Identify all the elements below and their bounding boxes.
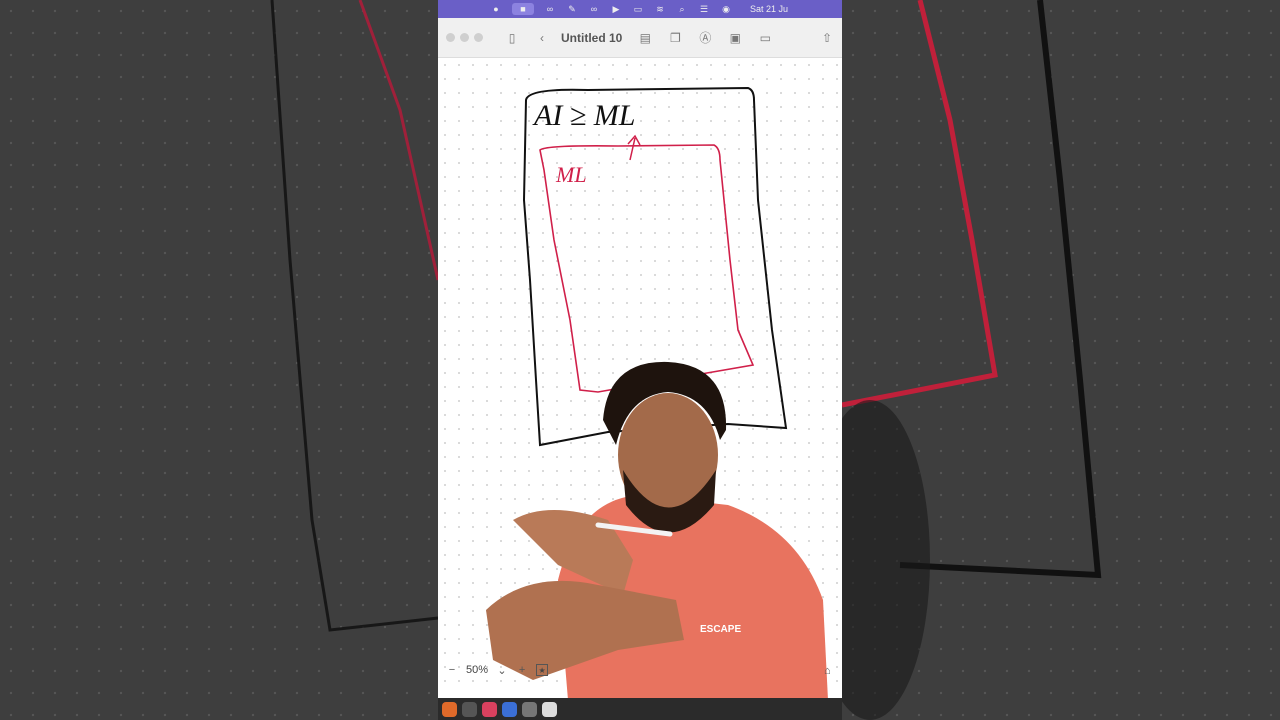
fit-icon[interactable]: ★	[536, 664, 549, 676]
dock-app-settings-icon[interactable]	[522, 701, 537, 717]
dock-app-finder-icon[interactable]	[542, 701, 557, 717]
pen-tool-icon[interactable]: ⌂	[824, 665, 836, 677]
dock-app-davinci-icon[interactable]	[462, 701, 477, 717]
zoom-in-button[interactable]: +	[516, 664, 528, 676]
dock-app-chrome-icon[interactable]	[482, 701, 497, 717]
dock	[438, 698, 842, 720]
screen-recording: ● ■ ∞ ✎ ∞ ▶ ▭ ≋ ⌕ ☰ ◉ Sat 21 Ju ▯ ‹ Unti…	[438, 0, 842, 720]
zoom-out-button[interactable]: −	[446, 664, 458, 676]
dock-app-mail-icon[interactable]	[502, 701, 517, 717]
zoom-level[interactable]: 50%	[466, 664, 488, 676]
chevron-down-icon[interactable]: ⌄	[496, 664, 508, 677]
dock-app-infuse-icon[interactable]	[442, 701, 457, 717]
presenter: ESCAPE	[486, 361, 828, 700]
shirt-print: ESCAPE	[700, 624, 741, 635]
zoom-control: − 50% ⌄ + ★	[446, 664, 549, 677]
video-frame: ● ■ ∞ ✎ ∞ ▶ ▭ ≋ ⌕ ☰ ◉ Sat 21 Ju ▯ ‹ Unti…	[0, 0, 1280, 720]
